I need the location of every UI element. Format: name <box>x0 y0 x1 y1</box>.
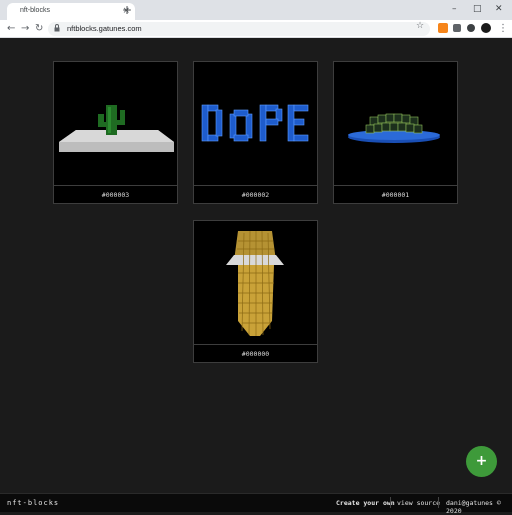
browser-tab[interactable]: nft-blocks × <box>7 3 135 20</box>
bookmark-star-icon[interactable]: ☆ <box>416 21 424 31</box>
nft-card[interactable]: #000001 <box>333 61 458 204</box>
back-icon[interactable]: ← <box>7 22 15 36</box>
nft-card[interactable]: #000003 <box>53 61 178 204</box>
reload-icon[interactable]: ↻ <box>35 22 43 36</box>
view-source-link[interactable]: view source <box>397 499 440 507</box>
new-tab-icon[interactable]: + <box>122 4 132 16</box>
forward-icon[interactable]: → <box>21 22 29 36</box>
token-id: #000002 <box>241 191 270 199</box>
address-bar[interactable]: nftblocks.gatunes.com <box>48 22 430 36</box>
close-window-icon[interactable]: ✕ <box>495 2 503 16</box>
lock-icon[interactable] <box>54 24 60 32</box>
divider <box>438 497 439 508</box>
extension-icon[interactable] <box>467 24 475 32</box>
page-content: #000003 #000002 #000001 #000000 + <box>0 39 512 493</box>
island-artwork <box>334 62 457 184</box>
extensions-puzzle-icon[interactable] <box>453 24 461 32</box>
card-footer: #000001 <box>334 185 457 203</box>
tab-title: nft-blocks <box>20 7 50 14</box>
minimize-icon[interactable]: – <box>452 2 457 16</box>
tab-strip: nft-blocks × + – □ ✕ <box>0 0 512 20</box>
browser-menu-icon[interactable]: ⋮ <box>498 22 508 36</box>
create-your-own-link[interactable]: Create your own <box>336 499 395 507</box>
page-footer: nft-blocks Create your own view source d… <box>0 493 512 515</box>
card-footer: #000003 <box>54 185 177 203</box>
cactus-artwork <box>54 62 177 184</box>
token-id: #000000 <box>241 350 270 358</box>
metamask-fox-icon[interactable] <box>438 23 448 33</box>
brand-name: nft-blocks <box>7 499 60 507</box>
token-id: #000001 <box>381 191 410 199</box>
token-id: #000003 <box>101 191 130 199</box>
credit-text[interactable]: dani@gatunes © 2020 <box>446 499 512 515</box>
add-button[interactable]: + <box>466 446 497 477</box>
maximize-icon[interactable]: □ <box>473 2 482 16</box>
nft-card[interactable]: #000000 <box>193 220 318 363</box>
dope-text-artwork <box>194 62 317 184</box>
divider <box>390 497 391 508</box>
corn-artwork <box>194 221 317 343</box>
card-footer: #000000 <box>194 344 317 362</box>
card-footer: #000002 <box>194 185 317 203</box>
profile-avatar[interactable] <box>481 23 491 33</box>
browser-toolbar: ← → ↻ nftblocks.gatunes.com ☆ ⋮ <box>0 20 512 38</box>
nft-card[interactable]: #000002 <box>193 61 318 204</box>
url-text: nftblocks.gatunes.com <box>67 24 142 33</box>
